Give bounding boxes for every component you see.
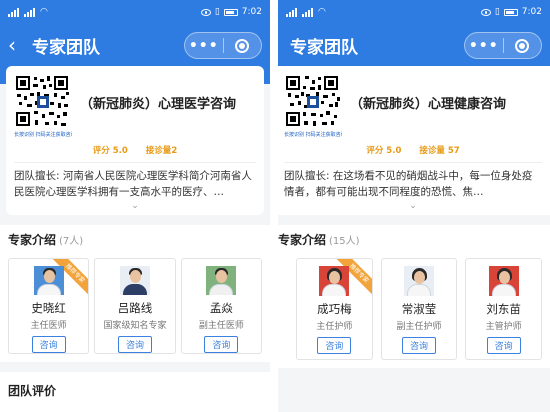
page-title: 专家团队 xyxy=(290,37,358,58)
header: ◠ ▯ 7:02 专家团队 ••• xyxy=(278,0,550,66)
section-title: 专家介绍 xyxy=(8,233,57,247)
nav-bar: 专家团队 ••• xyxy=(278,24,550,66)
experts-section: 专家介绍 (15人) 推荐专家 成巧梅 主任护师 咨询 常淑莹 副主任护师 咨询 xyxy=(278,225,550,368)
consult-count-stat: 接诊量 57 xyxy=(419,146,460,156)
consult-button[interactable]: 咨询 xyxy=(402,337,437,354)
expert-name: 刘东苗 xyxy=(486,302,521,316)
battery-icon xyxy=(223,8,238,16)
left-phone-screen: ◠ ▯ 7:02 ‹ 专家团队 ••• 长按识别 扫码关注获取咨询 （新冠肺炎）… xyxy=(0,0,270,412)
expert-name: 常淑莹 xyxy=(401,302,437,316)
consult-button[interactable]: 咨询 xyxy=(31,336,66,353)
status-time: 7:02 xyxy=(241,7,262,17)
avatar xyxy=(404,266,434,296)
expert-count: (7人) xyxy=(59,236,84,247)
experts-section: 专家介绍 (7人) 推荐专家 史晓红 主任医师 咨询 吕路线 国家级知名专家 咨… xyxy=(0,225,270,362)
status-bar: ◠ ▯ 7:02 xyxy=(0,0,270,24)
signal-icon xyxy=(302,7,314,17)
expert-name: 吕路线 xyxy=(117,301,153,315)
expert-name: 史晓红 xyxy=(31,301,66,315)
signal-icon xyxy=(24,7,36,17)
team-title: （新冠肺炎）心理健康咨询 xyxy=(350,96,507,112)
team-description: 团队擅长: 河南省人民医院心理医学科简介河南省人民医院心理医学科拥有一支高水平的… xyxy=(14,170,252,199)
comparison-screenshot: ◠ ▯ 7:02 ‹ 专家团队 ••• 长按识别 扫码关注获取咨询 （新冠肺炎）… xyxy=(0,0,550,412)
team-card: 长按识别 扫码关注获取咨询 （新冠肺炎）心理医学咨询 评分 5.0 接诊量2 团… xyxy=(6,66,264,215)
rating-stat: 评分 5.0 xyxy=(92,146,128,156)
team-title: （新冠肺炎）心理医学咨询 xyxy=(80,96,237,112)
consult-button[interactable]: 咨询 xyxy=(117,336,152,353)
vibrate-icon: ▯ xyxy=(494,7,500,17)
signal-icon xyxy=(286,7,298,17)
consult-button[interactable]: 咨询 xyxy=(317,337,352,354)
qr-code: 长按识别 扫码关注获取咨询 xyxy=(284,74,342,138)
expert-name: 孟焱 xyxy=(209,301,233,315)
expert-name: 成巧梅 xyxy=(317,302,352,316)
status-time: 7:02 xyxy=(521,7,542,17)
section-title: 专家介绍 xyxy=(278,233,327,247)
signal-icon xyxy=(8,7,20,17)
chevron-down-icon[interactable]: ⌄ xyxy=(284,201,542,211)
expert-card[interactable]: 吕路线 国家级知名专家 咨询 xyxy=(94,258,176,354)
team-stats: 评分 5.0 接诊量2 xyxy=(14,144,256,156)
expert-role: 主管护师 xyxy=(485,322,522,332)
avatar xyxy=(319,266,350,296)
expert-role: 副主任护师 xyxy=(396,322,442,332)
status-bar: ◠ ▯ 7:02 xyxy=(278,0,550,24)
avatar xyxy=(488,266,519,296)
eye-icon xyxy=(200,8,211,16)
qr-code: 长按识别 扫码关注获取咨询 xyxy=(14,74,72,138)
mini-program-capsule: ••• xyxy=(464,32,542,59)
expert-list: 推荐专家 成巧梅 主任护师 咨询 常淑莹 副主任护师 咨询 刘东苗 主管护师 咨… xyxy=(278,258,543,360)
right-phone-screen: ◠ ▯ 7:02 专家团队 ••• 长按识别 扫码关注获取咨询 （新冠肺炎）心理… xyxy=(278,0,550,412)
avatar xyxy=(119,266,150,295)
avatar xyxy=(206,266,237,295)
vibrate-icon: ▯ xyxy=(214,7,220,17)
expert-role: 主任医师 xyxy=(30,321,67,331)
close-circle-icon[interactable] xyxy=(503,38,541,53)
more-dots-icon[interactable]: ••• xyxy=(465,38,503,54)
expert-card[interactable]: 推荐专家 史晓红 主任医师 咨询 xyxy=(8,258,90,354)
battery-icon xyxy=(503,8,518,16)
page-title: 专家团队 xyxy=(32,37,100,58)
wifi-icon: ◠ xyxy=(40,7,48,17)
expert-count: (15人) xyxy=(329,236,360,247)
expert-card[interactable]: 常淑莹 副主任护师 咨询 xyxy=(380,258,458,360)
chevron-down-icon[interactable]: ⌄ xyxy=(14,201,256,211)
more-dots-icon[interactable]: ••• xyxy=(185,38,223,54)
team-stats: 评分 5.0 接诊量 57 xyxy=(284,144,542,156)
rating-stat: 评分 5.0 xyxy=(366,146,402,156)
expert-card[interactable]: 刘东苗 主管护师 咨询 xyxy=(465,258,543,360)
mini-program-capsule: ••• xyxy=(184,32,262,59)
evaluation-section: 团队评价 xyxy=(0,372,270,412)
team-card: 长按识别 扫码关注获取咨询 （新冠肺炎）心理健康咨询 评分 5.0 接诊量 57… xyxy=(278,66,550,215)
expert-list: 推荐专家 史晓红 主任医师 咨询 吕路线 国家级知名专家 咨询 孟焱 副主任医师 xyxy=(8,258,262,354)
consult-button[interactable]: 咨询 xyxy=(486,337,521,354)
header: ◠ ▯ 7:02 ‹ 专家团队 ••• xyxy=(0,0,270,72)
eye-icon xyxy=(480,8,491,16)
expert-role: 副主任医师 xyxy=(198,321,244,331)
expert-role: 国家级知名专家 xyxy=(103,321,167,331)
consult-button[interactable]: 咨询 xyxy=(204,336,239,353)
team-description: 团队擅长: 在这场看不见的硝烟战斗中，每一位身处疫情者，都有可能出现不同程度的恐… xyxy=(284,170,533,199)
close-circle-icon[interactable] xyxy=(223,38,261,53)
expert-card[interactable]: 孟焱 副主任医师 咨询 xyxy=(180,258,262,354)
avatar xyxy=(33,266,64,295)
section-title: 团队评价 xyxy=(8,384,57,398)
expert-card[interactable]: 推荐专家 成巧梅 主任护师 咨询 xyxy=(296,258,373,360)
wifi-icon: ◠ xyxy=(318,7,326,17)
expert-role: 主任护师 xyxy=(316,322,353,332)
nav-bar: ‹ 专家团队 ••• xyxy=(0,24,270,66)
consult-count-stat: 接诊量2 xyxy=(145,146,178,156)
back-arrow-icon[interactable]: ‹ xyxy=(8,35,26,55)
